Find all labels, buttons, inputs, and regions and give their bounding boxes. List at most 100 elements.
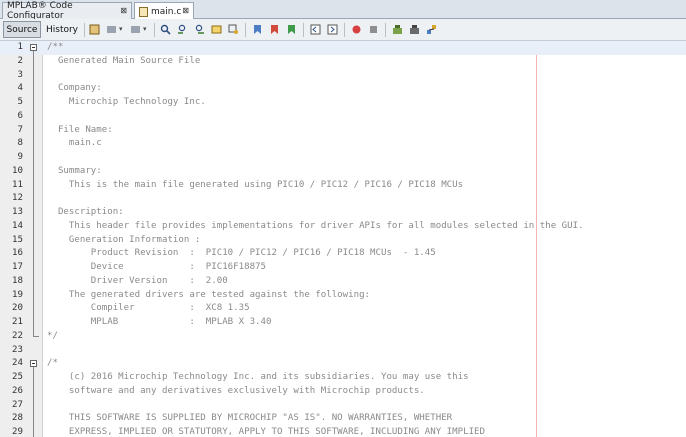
code-line[interactable]: 28 THIS SOFTWARE IS SUPPLIED BY MICROCHI… <box>0 412 686 426</box>
code-line[interactable]: 27 <box>0 399 686 413</box>
find-previous-icon[interactable] <box>177 24 188 35</box>
code-line[interactable]: 2 Generated Main Source File <box>0 55 686 69</box>
line-number: 9 <box>17 152 23 162</box>
forward-dropdown-icon[interactable]: ▾ <box>143 25 147 33</box>
line-number: 29 <box>12 427 23 437</box>
code-text: EXPRESS, IMPLIED OR STATUTORY, APPLY TO … <box>47 427 485 437</box>
code-text: (c) 2016 Microchip Technology Inc. and i… <box>47 372 469 382</box>
code-line[interactable]: 19 The generated drivers are tested agai… <box>0 289 686 303</box>
code-text: Company: <box>47 83 102 94</box>
code-line[interactable]: 7 File Name: <box>0 124 686 138</box>
line-number: 4 <box>17 83 23 94</box>
code-text: MPLAB : MPLAB X 3.40 <box>47 317 272 327</box>
code-line[interactable]: 13 Description: <box>0 206 686 220</box>
code-text: The generated drivers are tested against… <box>47 289 371 300</box>
line-number: 2 <box>17 55 23 66</box>
fold-collapse-icon[interactable] <box>30 360 37 368</box>
line-number: 6 <box>17 110 23 121</box>
code-editor[interactable]: 1/** 2 Generated Main Source File 3 4 Compa… <box>0 41 686 437</box>
uncomment-icon[interactable] <box>409 24 420 35</box>
fold-guide-line <box>33 51 34 333</box>
code-line[interactable]: 17 Device : PIC16F18875 <box>0 261 686 275</box>
tab-main-c-close-icon[interactable]: ⊠ <box>182 6 189 15</box>
code-line[interactable]: 11 This is the main file generated using… <box>0 179 686 193</box>
line-number: 1 <box>17 42 23 52</box>
line-number: 27 <box>12 399 23 410</box>
fold-collapse-icon[interactable] <box>30 44 37 51</box>
code-text: Summary: <box>47 165 102 176</box>
code-line[interactable]: 1 /** <box>0 41 686 55</box>
toolbar-separator <box>154 23 155 37</box>
forward-icon[interactable] <box>130 24 141 35</box>
toggle-highlight-icon[interactable] <box>228 24 239 35</box>
code-line[interactable]: 21 MPLAB : MPLAB X 3.40 <box>0 316 686 330</box>
code-text: Generated Main Source File <box>47 55 201 66</box>
graph-icon[interactable] <box>426 24 437 35</box>
code-line[interactable]: 5 Microchip Technology Inc. <box>0 96 686 110</box>
shift-right-icon[interactable] <box>327 24 338 35</box>
line-number: 19 <box>12 289 23 300</box>
tab-mcc-close-icon[interactable]: ⊠ <box>120 6 127 15</box>
code-text: */ <box>47 330 58 341</box>
last-edit-icon[interactable] <box>89 24 100 35</box>
line-number: 8 <box>17 138 23 149</box>
line-number: 22 <box>12 330 23 341</box>
code-line[interactable]: 15 Generation Information : <box>0 234 686 248</box>
line-number: 20 <box>12 303 23 314</box>
code-text: Description: <box>47 207 124 217</box>
code-line[interactable]: 29 EXPRESS, IMPLIED OR STATUTORY, APPLY … <box>0 426 686 437</box>
tab-main-c-label: main.c <box>151 6 182 17</box>
code-line[interactable]: 10 Summary: <box>0 165 686 179</box>
code-line[interactable]: 26 software and any derivatives exclusiv… <box>0 385 686 399</box>
editor-tab-bar: MPLAB® Code Configurator ⊠ main.c ⊠ <box>0 0 686 21</box>
toolbar-separator <box>303 23 304 37</box>
source-button[interactable]: Source <box>3 21 41 38</box>
line-number: 21 <box>12 317 23 327</box>
code-text: Product Revision : PIC10 / PIC12 / PIC16… <box>47 248 436 259</box>
code-line[interactable]: 8 main.c <box>0 137 686 151</box>
code-text: THIS SOFTWARE IS SUPPLIED BY MICROCHIP "… <box>47 413 453 424</box>
line-number: 15 <box>12 234 23 245</box>
code-text: Generation Information : <box>47 234 201 245</box>
code-line[interactable]: 9 <box>0 151 686 165</box>
back-icon[interactable] <box>106 24 117 35</box>
toggle-bookmark-icon[interactable] <box>286 24 297 35</box>
code-line[interactable]: 12 <box>0 192 686 206</box>
toolbar-separator <box>84 23 85 37</box>
line-number: 14 <box>12 220 23 231</box>
find-selection-icon[interactable] <box>211 24 222 35</box>
code-line[interactable]: 20 Compiler : XC8 1.35 <box>0 302 686 316</box>
code-line[interactable]: 18 Driver Version : 2.00 <box>0 275 686 289</box>
toolbar-separator <box>385 23 386 37</box>
tab-main-c[interactable]: main.c ⊠ <box>134 2 194 20</box>
line-number: 16 <box>12 248 23 259</box>
stop-macro-icon[interactable] <box>368 24 379 35</box>
code-line[interactable]: 4 Company: <box>0 82 686 96</box>
shift-left-icon[interactable] <box>310 24 321 35</box>
tab-mcc-label: MPLAB® Code Configurator <box>7 1 73 21</box>
code-line[interactable]: 14 This header file provides implementat… <box>0 220 686 234</box>
code-text: This is the main file generated using PI… <box>47 179 464 190</box>
code-line[interactable]: 16 Product Revision : PIC10 / PIC12 / PI… <box>0 247 686 261</box>
tab-mcc[interactable]: MPLAB® Code Configurator ⊠ <box>2 1 132 21</box>
code-line[interactable]: 6 <box>0 110 686 124</box>
line-number: 13 <box>12 207 23 217</box>
code-line[interactable]: 22 */ <box>0 330 686 344</box>
record-macro-icon[interactable] <box>351 24 362 35</box>
code-line[interactable]: 3 <box>0 69 686 83</box>
code-line[interactable]: 23 <box>0 344 686 358</box>
comment-icon[interactable] <box>392 24 403 35</box>
code-text: This header file provides implementation… <box>47 220 584 231</box>
next-bookmark-icon[interactable] <box>269 24 280 35</box>
editor-toolbar: Source History ▾ ▾ <box>0 19 686 41</box>
code-text: Microchip Technology Inc. <box>47 97 206 107</box>
code-line[interactable]: 24 /* <box>0 357 686 371</box>
code-line[interactable]: 25 (c) 2016 Microchip Technology Inc. an… <box>0 371 686 385</box>
find-next-icon[interactable] <box>194 24 205 35</box>
previous-bookmark-icon[interactable] <box>252 24 263 35</box>
find-icon[interactable] <box>160 24 171 35</box>
toolbar-separator <box>245 23 246 37</box>
line-number: 11 <box>12 179 23 190</box>
back-dropdown-icon[interactable]: ▾ <box>119 25 123 33</box>
history-button[interactable]: History <box>44 21 80 38</box>
